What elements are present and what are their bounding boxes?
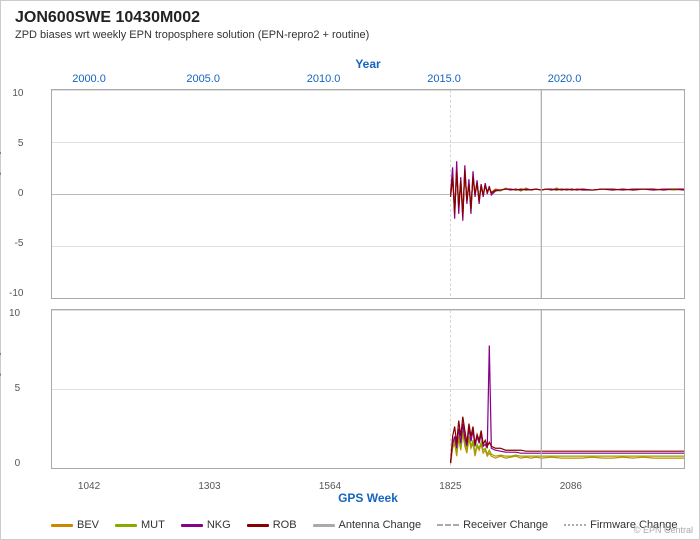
lower-plot-svg — [52, 310, 684, 468]
legend-firmware-line — [564, 524, 586, 527]
year-tick-2010: 2010.0 — [307, 73, 341, 85]
legend-nkg: NKG — [181, 519, 231, 531]
legend-nkg-line — [181, 524, 203, 527]
legend-mut: MUT — [115, 519, 165, 531]
epn-credit: © EPN Central — [634, 525, 693, 535]
year-axis-title: Year — [355, 57, 380, 71]
chart-area: Year 2000.0 2005.0 2010.0 2015.0 2020.0 … — [51, 59, 685, 429]
main-container: JON600SWE 10430M002 ZPD biases wrt weekl… — [0, 0, 700, 540]
legend-bev-line — [51, 524, 73, 527]
legend-receiver-line — [437, 524, 459, 527]
y-title-upper: ZPD Biases [mm] — [0, 89, 1, 299]
grid-line — [52, 298, 684, 299]
legend-bev: BEV — [51, 519, 99, 531]
chart-title: JON600SWE 10430M002 — [15, 9, 369, 27]
legend: BEV MUT NKG ROB Antenna Change Receiver … — [51, 519, 685, 531]
legend-rob-line — [247, 524, 269, 527]
y-axis-lower: 10 5 0 — [9, 309, 20, 469]
gps-week-ticks: 1042 1303 1564 1825 2086 — [51, 474, 685, 492]
legend-antenna-line — [313, 524, 335, 527]
year-tick-2015: 2015.0 — [427, 73, 461, 85]
upper-plot — [51, 89, 685, 299]
upper-plot-svg — [52, 90, 684, 298]
y-title-lower: ZPD STD [mm] — [0, 309, 1, 469]
lower-plot — [51, 309, 685, 469]
grid-line — [52, 468, 684, 469]
year-tick-2005: 2005.0 — [186, 73, 220, 85]
y-axis-upper: 10 5 0 -5 -10 — [9, 89, 23, 299]
year-tick-2000: 2000.0 — [72, 73, 106, 85]
year-ticks: 2000.0 2005.0 2010.0 2015.0 2020.0 — [51, 73, 685, 89]
legend-receiver-change: Receiver Change — [437, 519, 548, 531]
gps-week-axis-title: GPS Week — [51, 491, 685, 505]
title-area: JON600SWE 10430M002 ZPD biases wrt weekl… — [15, 9, 369, 41]
legend-antenna-change: Antenna Change — [313, 519, 422, 531]
chart-subtitle: ZPD biases wrt weekly EPN troposphere so… — [15, 29, 369, 41]
legend-mut-line — [115, 524, 137, 527]
legend-rob: ROB — [247, 519, 297, 531]
year-tick-2020: 2020.0 — [548, 73, 582, 85]
